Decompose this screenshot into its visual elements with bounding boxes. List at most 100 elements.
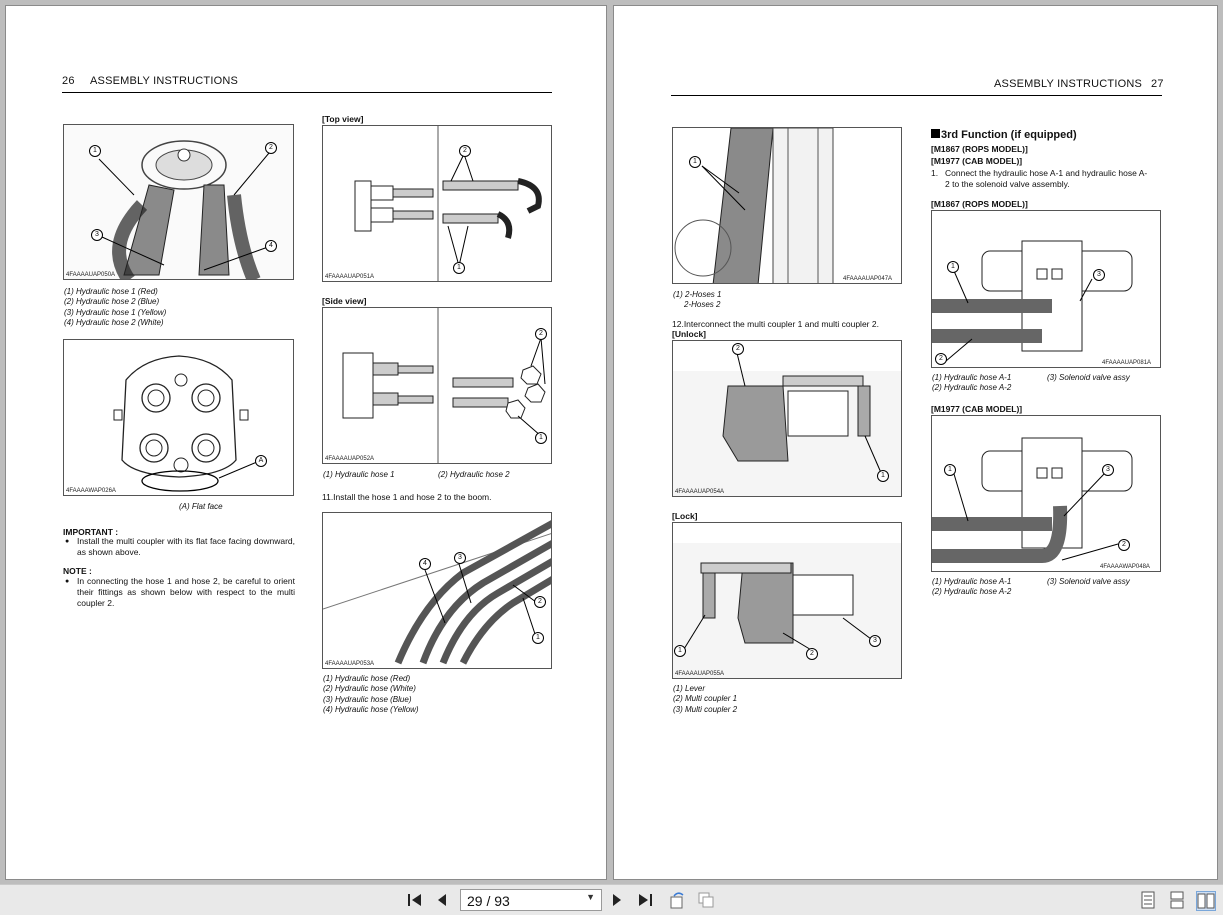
caption-list: (1) Lever (2) Multi coupler 1 (3) Multi … bbox=[673, 684, 737, 715]
caption-line: (3) Hydraulic hose 1 (Yellow) bbox=[64, 307, 167, 317]
last-page-button[interactable] bbox=[636, 891, 654, 909]
important-list: Install the multi coupler with its flat … bbox=[63, 536, 295, 558]
callout-1: 1 bbox=[532, 632, 544, 644]
left-page-number: 26 bbox=[62, 75, 75, 87]
caption-flat-face: (A) Flat face bbox=[179, 502, 223, 511]
caption-hose-2: (2) Hydraulic hose 2 bbox=[438, 470, 510, 479]
lock-label: [Lock] bbox=[672, 511, 698, 521]
callout-4: 4 bbox=[419, 558, 431, 570]
next-page-button[interactable] bbox=[608, 891, 626, 909]
caption-line: (3) Multi coupler 2 bbox=[673, 704, 738, 714]
first-page-button[interactable] bbox=[406, 891, 424, 909]
side-view-illustration bbox=[342, 308, 546, 463]
caption-line: (4) Hydraulic hose (Yellow) bbox=[323, 704, 419, 714]
page-number-input[interactable]: 29 / 93 ▼ bbox=[460, 889, 602, 911]
caption-hose-1: (1) Hydraulic hose 1 bbox=[323, 470, 395, 479]
callout-1: 1 bbox=[877, 470, 889, 482]
step-1-line: 2 to the solenoid valve assembly. bbox=[945, 179, 1070, 189]
callout-1: 1 bbox=[89, 145, 101, 157]
callout-2: 2 bbox=[732, 343, 744, 355]
callout-1: 1 bbox=[944, 464, 956, 476]
right-page: ASSEMBLY INSTRUCTIONS 27 1 4FAAAAUAP047A… bbox=[613, 5, 1218, 880]
caption-solenoid: (3) Solenoid valve assy bbox=[1047, 373, 1130, 382]
single-page-view-button[interactable] bbox=[1139, 891, 1157, 909]
note-label: NOTE : bbox=[63, 566, 92, 576]
note-text: In connecting the hose 1 and hose 2, be … bbox=[63, 576, 295, 609]
figure-two-hoses: 1 4FAAAAUAP047A bbox=[672, 127, 902, 284]
prev-page-button[interactable] bbox=[433, 891, 451, 909]
figure-code: 4FAAAAUAP054A bbox=[675, 489, 725, 495]
callout-3: 3 bbox=[869, 635, 881, 647]
caption-line: (1) Hydraulic hose (Red) bbox=[323, 674, 411, 683]
two-hoses-illustration bbox=[674, 128, 834, 283]
callout-3: 3 bbox=[454, 552, 466, 564]
caption-line: (2) Hydraulic hose 2 (Blue) bbox=[64, 297, 160, 307]
chevron-down-icon[interactable]: ▼ bbox=[586, 892, 595, 902]
callout-2: 2 bbox=[265, 142, 277, 154]
right-page-number: 27 bbox=[1151, 78, 1164, 90]
two-page-view-button[interactable] bbox=[1196, 891, 1216, 911]
callout-3: 3 bbox=[1102, 464, 1114, 476]
boom-hoses-illustration bbox=[323, 520, 551, 665]
unlock-illustration bbox=[673, 352, 901, 496]
figure-top-view: 2 1 4FAAAAUAP051A bbox=[322, 125, 552, 282]
top-view-label: [Top view] bbox=[322, 114, 364, 124]
note-list: In connecting the hose 1 and hose 2, be … bbox=[63, 576, 295, 609]
callout-4: 4 bbox=[265, 240, 277, 252]
callout-2: 2 bbox=[935, 353, 947, 365]
figure-cab-solenoid: 1 3 2 4FAAAAWAP048A bbox=[931, 415, 1161, 572]
square-bullet-icon bbox=[931, 129, 940, 138]
figure-code: 4FAAAAUAP047A bbox=[843, 276, 893, 282]
continuous-view-button[interactable] bbox=[1168, 891, 1186, 909]
section-title: 3rd Function (if equipped) bbox=[931, 129, 1077, 141]
figure-side-view: 2 1 4FAAAAUAP052A bbox=[322, 307, 552, 464]
callout-2: 2 bbox=[806, 648, 818, 660]
figure-lock: 1 2 3 4FAAAAUAP055A bbox=[672, 522, 902, 679]
coupler-illustration bbox=[113, 355, 258, 492]
section-title-text: 3rd Function (if equipped) bbox=[941, 129, 1077, 141]
unlock-label: [Unlock] bbox=[672, 329, 706, 339]
lock-illustration bbox=[673, 543, 901, 678]
caption-line: (2) Multi coupler 1 bbox=[673, 694, 738, 704]
pdf-viewer-toolbar: 29 / 93 ▼ bbox=[0, 884, 1223, 915]
figure-code: 4FAAAAWAP026A bbox=[66, 488, 116, 494]
fit-page-button[interactable] bbox=[697, 891, 715, 909]
figure-multi-coupler-face: A 4FAAAAWAP026A bbox=[63, 339, 294, 496]
figure-unlock: 2 1 4FAAAAUAP054A bbox=[672, 340, 902, 497]
caption-line: (1) Hydraulic hose 1 (Red) bbox=[64, 287, 158, 296]
left-page: 26 ASSEMBLY INSTRUCTIONS 1 2 3 4 4FAAAAU… bbox=[5, 5, 607, 880]
page-indicator: 29 / 93 bbox=[467, 893, 510, 909]
rotate-button[interactable] bbox=[668, 891, 686, 909]
header-rule bbox=[671, 95, 1162, 96]
caption-hose-a2: (2) Hydraulic hose A-2 bbox=[932, 587, 1012, 596]
caption-line: (2) Hydraulic hose (White) bbox=[323, 684, 416, 694]
caption-solenoid: (3) Solenoid valve assy bbox=[1047, 577, 1130, 586]
figure-boom-hoses: 4 3 2 1 4FAAAAUAP053A bbox=[322, 512, 552, 669]
callout-1: 1 bbox=[947, 261, 959, 273]
callout-2: 2 bbox=[534, 596, 546, 608]
caption-hose-a2: (2) Hydraulic hose A-2 bbox=[932, 383, 1012, 392]
callout-1: 1 bbox=[674, 645, 686, 657]
figure-code: 4FAAAAUAP052A bbox=[325, 456, 375, 462]
rotate-icon bbox=[670, 892, 684, 909]
last-page-icon bbox=[639, 894, 652, 906]
first-page-icon bbox=[408, 894, 421, 906]
top-view-illustration bbox=[354, 126, 542, 281]
cab-model-label: [M1977 (CAB MODEL)] bbox=[931, 404, 1023, 414]
caption-list: (1) Hydraulic hose (Red) (2) Hydraulic h… bbox=[323, 674, 419, 715]
callout-3: 3 bbox=[1093, 269, 1105, 281]
callout-2: 2 bbox=[535, 328, 547, 340]
caption-line: 2-Hoses 2 bbox=[684, 300, 721, 310]
figure-rops-solenoid: 1 3 2 4FAAAAUAP081A bbox=[931, 210, 1161, 368]
model-cab: [M1977 (CAB MODEL)] bbox=[931, 156, 1023, 166]
caption-line: (4) Hydraulic hose 2 (White) bbox=[64, 317, 164, 327]
figure-code: 4FAAAAUAP050A bbox=[66, 272, 116, 278]
callout-1: 1 bbox=[535, 432, 547, 444]
caption-line: (1) Lever bbox=[673, 684, 706, 693]
step-11: 11.Install the hose 1 and hose 2 to the … bbox=[322, 492, 492, 502]
left-page-header: ASSEMBLY INSTRUCTIONS bbox=[90, 75, 239, 87]
figure-hydraulic-hoses: 1 2 3 4 4FAAAAUAP050A bbox=[63, 124, 294, 280]
caption-list: (1) Hydraulic hose 1 (Red) (2) Hydraulic… bbox=[64, 287, 166, 328]
figure-code: 4FAAAAUAP051A bbox=[325, 274, 375, 280]
figure-code: 4FAAAAWAP048A bbox=[1100, 564, 1150, 570]
